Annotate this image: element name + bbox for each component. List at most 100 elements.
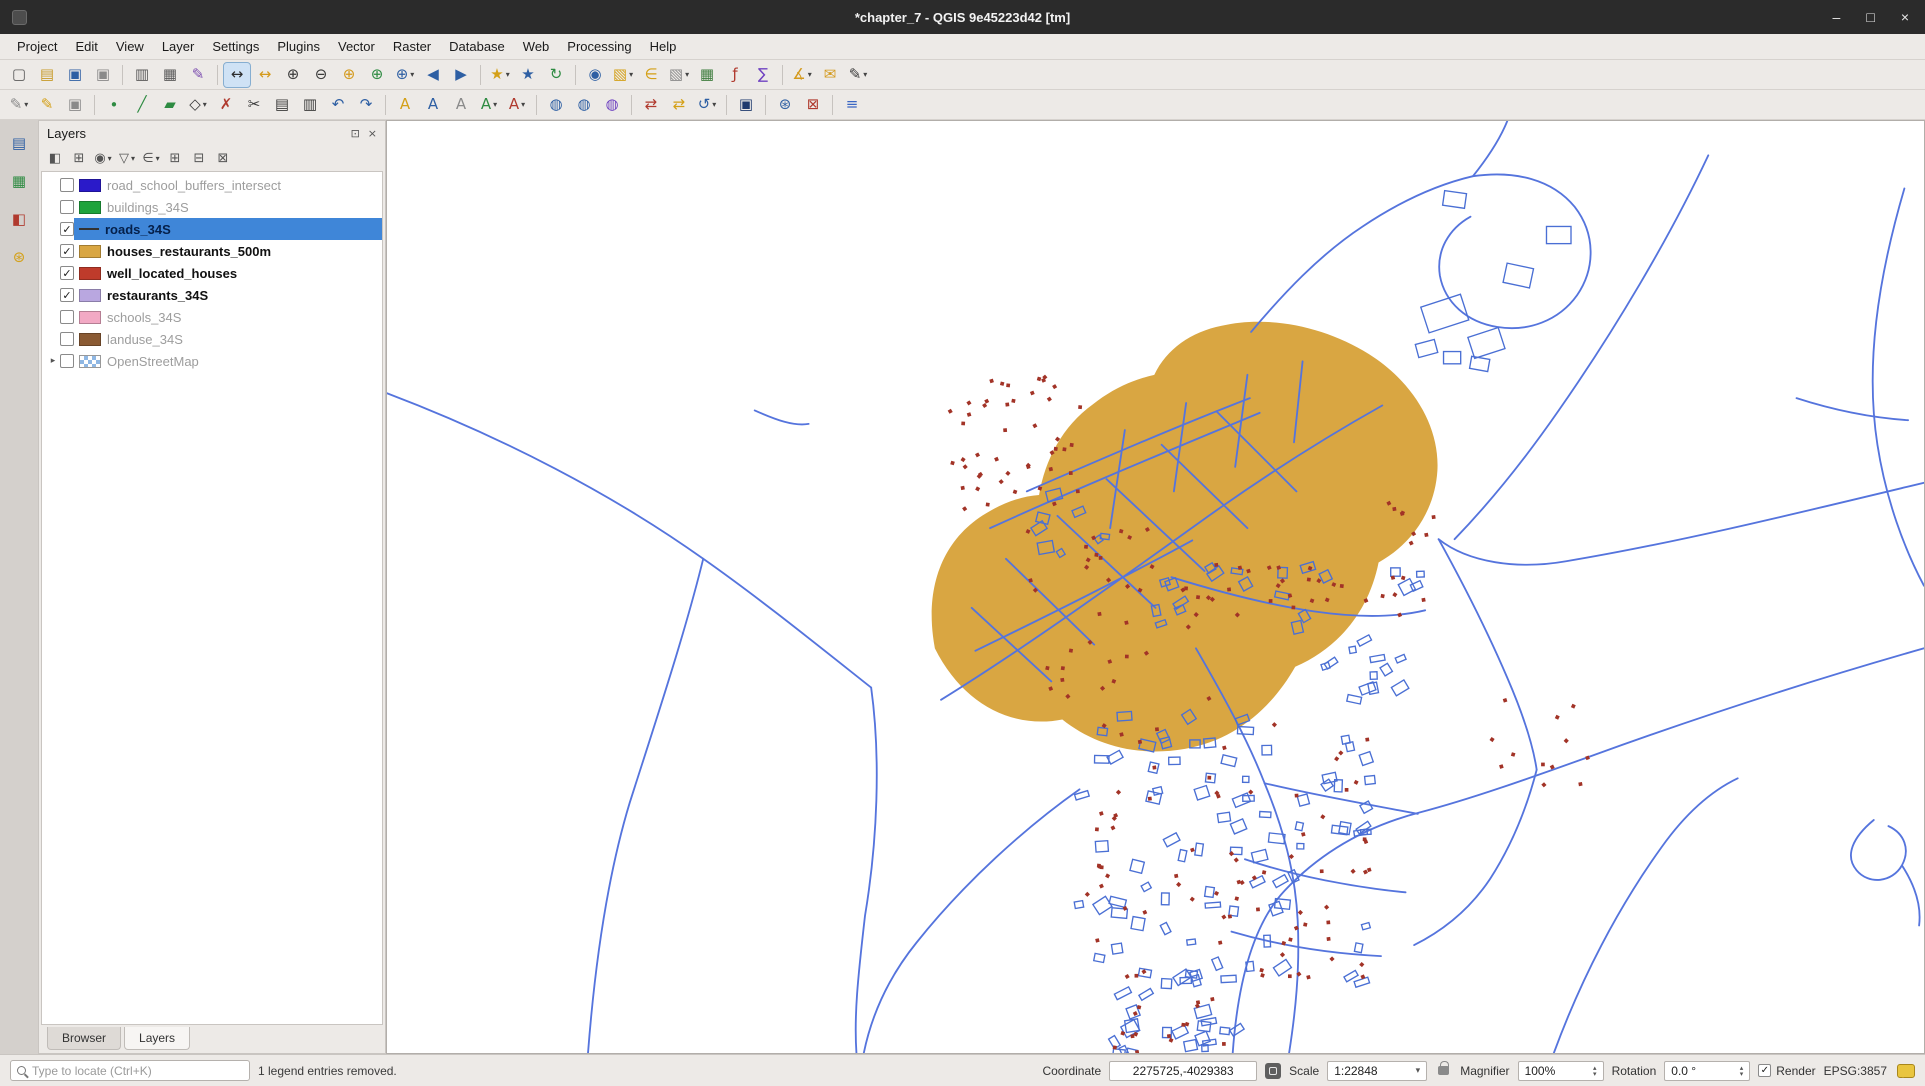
layer-item-well_located_houses[interactable]: ✓well_located_houses bbox=[42, 262, 382, 284]
save-layer-edits-button[interactable]: ▣ bbox=[62, 93, 88, 117]
tab-browser[interactable]: Browser bbox=[47, 1027, 121, 1050]
plugin-reload-button[interactable]: ↺▾ bbox=[694, 93, 720, 117]
dropdown-arrow-icon[interactable]: ▾ bbox=[108, 154, 112, 163]
dropdown-arrow-icon[interactable]: ▾ bbox=[156, 154, 160, 163]
minimize-button[interactable]: – bbox=[1833, 9, 1841, 25]
style-manager-button[interactable]: ✎ bbox=[185, 63, 211, 87]
layer-checkbox[interactable] bbox=[60, 310, 74, 324]
layer-checkbox[interactable]: ✓ bbox=[60, 288, 74, 302]
open-attribute-table-button[interactable]: ▦ bbox=[694, 63, 720, 87]
expand-all-button[interactable]: ⊞ bbox=[164, 147, 186, 169]
save-project-button[interactable]: ▣ bbox=[62, 63, 88, 87]
zoom-to-selection-button[interactable]: ⊕ bbox=[364, 63, 390, 87]
select-by-expression-button[interactable]: ∈ bbox=[638, 63, 664, 87]
layout-manager-button[interactable]: ▦ bbox=[157, 63, 183, 87]
menu-web[interactable]: Web bbox=[514, 36, 559, 57]
remove-layer-button[interactable]: ⊠ bbox=[212, 147, 234, 169]
add-group-button[interactable]: ⊞ bbox=[68, 147, 90, 169]
statistical-summary-button[interactable]: ∑ bbox=[750, 63, 776, 87]
layer-item-buildings_34S[interactable]: buildings_34S bbox=[42, 196, 382, 218]
zoom-in-button[interactable]: ⊕ bbox=[280, 63, 306, 87]
zoom-last-button[interactable]: ◀ bbox=[420, 63, 446, 87]
text-annotation-button[interactable]: ✎▾ bbox=[845, 63, 871, 87]
menu-settings[interactable]: Settings bbox=[203, 36, 268, 57]
metasearch-button[interactable]: ◍ bbox=[543, 93, 569, 117]
browser-dock-button[interactable]: ▤ bbox=[7, 132, 31, 154]
layer-item-OpenStreetMap[interactable]: ▸OpenStreetMap bbox=[42, 350, 382, 372]
menu-database[interactable]: Database bbox=[440, 36, 514, 57]
show-spatial-bookmarks-button[interactable]: ★ bbox=[515, 63, 541, 87]
dropdown-arrow-icon[interactable]: ▾ bbox=[629, 70, 633, 79]
python-console-button[interactable]: ≡ bbox=[839, 93, 865, 117]
processing-toolbox-button[interactable]: ⊛ bbox=[772, 93, 798, 117]
layer-checkbox[interactable] bbox=[60, 200, 74, 214]
styling-dock-button[interactable]: ◧ bbox=[7, 208, 31, 230]
layer-item-roads_34S[interactable]: ✓roads_34S bbox=[42, 218, 382, 240]
new-print-layout-button[interactable]: ▥ bbox=[129, 63, 155, 87]
layer-checkbox[interactable]: ✓ bbox=[60, 244, 74, 258]
close-button[interactable]: × bbox=[1901, 9, 1909, 25]
chevron-down-icon[interactable]: ▾ bbox=[1416, 1066, 1421, 1076]
zoom-next-button[interactable]: ▶ bbox=[448, 63, 474, 87]
menu-vector[interactable]: Vector bbox=[329, 36, 384, 57]
messages-icon[interactable] bbox=[1897, 1064, 1915, 1078]
layer-checkbox[interactable] bbox=[60, 332, 74, 346]
dropdown-arrow-icon[interactable]: ▾ bbox=[410, 70, 414, 79]
spinner-arrows-icon[interactable]: ▴▾ bbox=[1593, 1065, 1597, 1077]
scale-combo[interactable]: 1:22848 ▾ bbox=[1327, 1061, 1427, 1081]
menu-edit[interactable]: Edit bbox=[66, 36, 106, 57]
processing-dock-button[interactable]: ⊛ bbox=[7, 246, 31, 268]
zoom-to-layer-button[interactable]: ⊕▾ bbox=[392, 63, 418, 87]
panel-float-button[interactable]: ⊡ bbox=[351, 127, 360, 140]
dropdown-arrow-icon[interactable]: ▾ bbox=[24, 100, 28, 109]
locate-input[interactable] bbox=[32, 1064, 243, 1078]
redo-button[interactable]: ↷ bbox=[353, 93, 379, 117]
menu-plugins[interactable]: Plugins bbox=[268, 36, 329, 57]
menu-help[interactable]: Help bbox=[641, 36, 686, 57]
new-project-button[interactable]: ▢ bbox=[6, 63, 32, 87]
menu-layer[interactable]: Layer bbox=[153, 36, 204, 57]
extents-toggle-icon[interactable] bbox=[1265, 1063, 1281, 1079]
measure-button[interactable]: ∡▾ bbox=[789, 63, 815, 87]
cut-features-button[interactable]: ✂ bbox=[241, 93, 267, 117]
field-calculator-button[interactable]: ƒ bbox=[722, 63, 748, 87]
select-features-button[interactable]: ▧▾ bbox=[610, 63, 636, 87]
map-tips-button[interactable]: ✉ bbox=[817, 63, 843, 87]
vertex-tool-button[interactable]: ◇▾ bbox=[185, 93, 211, 117]
pan-to-selection-button[interactable]: ↔ bbox=[252, 63, 278, 87]
dropdown-arrow-icon[interactable]: ▾ bbox=[685, 70, 689, 79]
dropdown-arrow-icon[interactable]: ▾ bbox=[506, 70, 510, 79]
expander-icon[interactable]: ▸ bbox=[46, 356, 60, 366]
coordinate-input[interactable]: 2275725,-4029383 bbox=[1109, 1061, 1257, 1081]
delete-selected-button[interactable]: ✗ bbox=[213, 93, 239, 117]
dropdown-arrow-icon[interactable]: ▾ bbox=[808, 70, 812, 79]
layer-checkbox[interactable]: ✓ bbox=[60, 222, 74, 236]
open-project-button[interactable]: ▤ bbox=[34, 63, 60, 87]
pan-map-button[interactable]: ↔ bbox=[224, 63, 250, 87]
osm-tools-button[interactable]: ⊠ bbox=[800, 93, 826, 117]
add-point-feature-button[interactable]: ∙ bbox=[101, 93, 127, 117]
add-line-feature-button[interactable]: ╱ bbox=[129, 93, 155, 117]
magnifier-spinbox[interactable]: 100% ▴▾ bbox=[1518, 1061, 1604, 1081]
dropdown-arrow-icon[interactable]: ▾ bbox=[863, 70, 867, 79]
render-checkbox[interactable]: ✓ Render bbox=[1758, 1064, 1815, 1078]
geocoder-button[interactable]: ◍ bbox=[599, 93, 625, 117]
pin-unpin-labels-button[interactable]: A▾ bbox=[476, 93, 502, 117]
zoom-full-button[interactable]: ⊕ bbox=[336, 63, 362, 87]
menu-view[interactable]: View bbox=[107, 36, 153, 57]
open-layer-styling-button[interactable]: ◧ bbox=[44, 147, 66, 169]
layer-item-schools_34S[interactable]: schools_34S bbox=[42, 306, 382, 328]
map-canvas[interactable] bbox=[386, 120, 1925, 1054]
lock-scale-icon[interactable] bbox=[1438, 1066, 1449, 1075]
layer-checkbox[interactable] bbox=[60, 178, 74, 192]
layer-checkbox[interactable] bbox=[60, 354, 74, 368]
paste-features-button[interactable]: ▥ bbox=[297, 93, 323, 117]
toggle-editing-button[interactable]: ✎ bbox=[34, 93, 60, 117]
deselect-features-button[interactable]: ▧▾ bbox=[666, 63, 692, 87]
new-spatial-bookmark-button[interactable]: ★▾ bbox=[487, 63, 513, 87]
panel-close-button[interactable]: × bbox=[368, 127, 377, 140]
identify-features-button[interactable]: ◉ bbox=[582, 63, 608, 87]
current-edits-button[interactable]: ✎▾ bbox=[6, 93, 32, 117]
layer-item-road_school_buffers_intersect[interactable]: road_school_buffers_intersect bbox=[42, 174, 382, 196]
layer-checkbox[interactable]: ✓ bbox=[60, 266, 74, 280]
